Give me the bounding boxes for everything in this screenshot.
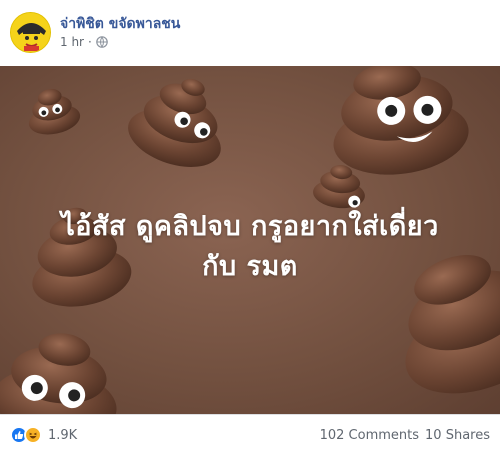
avatar[interactable] [10,12,51,53]
poop-emoji [128,78,221,167]
post-meta: 1 hr · [60,35,108,49]
reactions-summary[interactable]: 1.9K [10,426,77,444]
poop-emoji [0,333,117,414]
post-image[interactable]: ไอ้สัส ดูคลิปจบ กรูอยากใส่เดี่ยว กับ รมต [0,66,500,414]
caption-line-1: ไอ้สัส ดูคลิปจบ กรูอยากใส่เดี่ยว [61,211,439,242]
separator: · [88,35,92,49]
post-footer: 1.9K 102 Comments 10 Shares [0,414,500,455]
post-stats: 102 Comments 10 Shares [320,428,490,443]
shares-count-link[interactable]: 10 Shares [425,428,490,443]
comments-count-link[interactable]: 102 Comments [320,428,419,443]
author-name[interactable]: จ่าพิชิต ขจัดพาลชน [60,13,180,35]
globe-icon[interactable] [96,36,108,48]
poop-emoji [333,66,469,175]
post-timestamp[interactable]: 1 hr [60,35,84,49]
reaction-count: 1.9K [48,427,78,443]
poop-emoji [28,89,81,135]
haha-icon [24,426,42,444]
post-header: จ่าพิชิต ขจัดพาลชน 1 hr · [0,0,500,66]
avatar-image [11,13,50,52]
caption-line-2: กับ รมต [202,251,298,282]
